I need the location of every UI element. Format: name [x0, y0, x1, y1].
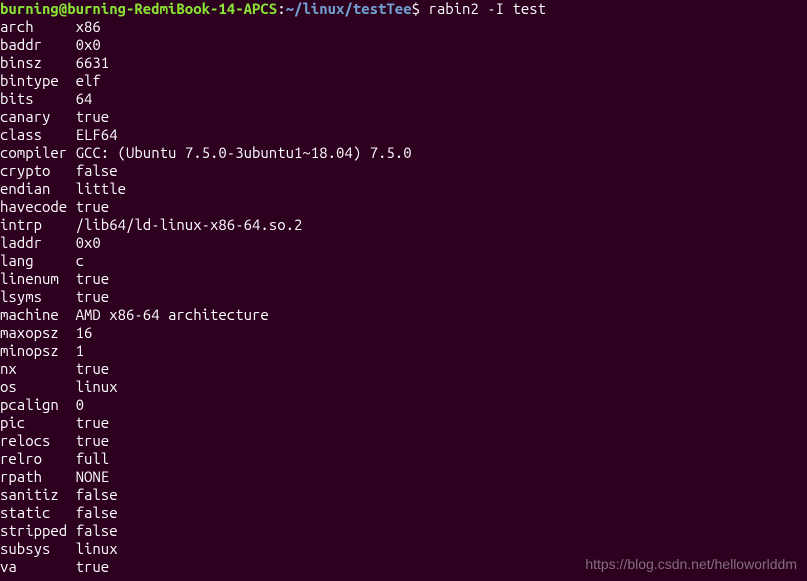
output-row: binsz 6631 — [0, 54, 807, 72]
output-row: pcalign 0 — [0, 396, 807, 414]
output-row: sanitiz false — [0, 486, 807, 504]
output-row: nx true — [0, 360, 807, 378]
output-row: bintype elf — [0, 72, 807, 90]
output-row: pic true — [0, 414, 807, 432]
output-row: havecode true — [0, 198, 807, 216]
output-row: canary true — [0, 108, 807, 126]
output-row: laddr 0x0 — [0, 234, 807, 252]
terminal[interactable]: burning@burning-RedmiBook-14-APCS:~/linu… — [0, 0, 807, 576]
output-row: static false — [0, 504, 807, 522]
output-row: machine AMD x86-64 architecture — [0, 306, 807, 324]
output-row: crypto false — [0, 162, 807, 180]
output-row: baddr 0x0 — [0, 36, 807, 54]
output-row: stripped false — [0, 522, 807, 540]
output-row: lsyms true — [0, 288, 807, 306]
output-row: rpath NONE — [0, 468, 807, 486]
output-row: maxopsz 16 — [0, 324, 807, 342]
output-row: endian little — [0, 180, 807, 198]
output-row: minopsz 1 — [0, 342, 807, 360]
working-directory: ~/linux/testTee — [286, 0, 412, 17]
command-text: rabin2 -I test — [428, 0, 546, 17]
output-row: intrp /lib64/ld-linux-x86-64.so.2 — [0, 216, 807, 234]
output-row: arch x86 — [0, 18, 807, 36]
prompt-colon: : — [277, 0, 285, 17]
output-row: compiler GCC: (Ubuntu 7.5.0-3ubuntu1~18.… — [0, 144, 807, 162]
output-row: relocs true — [0, 432, 807, 450]
output-row: linenum true — [0, 270, 807, 288]
prompt-line: burning@burning-RedmiBook-14-APCS:~/linu… — [0, 0, 807, 18]
output-row: bits 64 — [0, 90, 807, 108]
output-row: class ELF64 — [0, 126, 807, 144]
command-output: arch x86baddr 0x0binsz 6631bintype elfbi… — [0, 18, 807, 576]
user-host: burning@burning-RedmiBook-14-APCS — [0, 0, 277, 17]
watermark: https://blog.csdn.net/helloworlddm — [585, 555, 797, 573]
output-row: relro full — [0, 450, 807, 468]
prompt-symbol: $ — [412, 0, 429, 17]
output-row: lang c — [0, 252, 807, 270]
output-row: os linux — [0, 378, 807, 396]
